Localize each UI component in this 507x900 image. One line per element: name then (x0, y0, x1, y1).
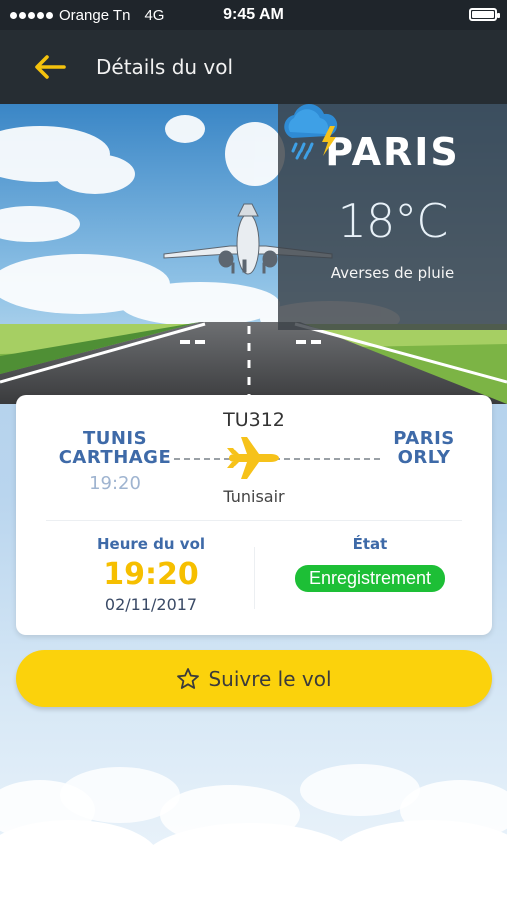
destination-hero: PARIS 18°C Averses de pluie (0, 104, 507, 404)
network-type: 4G (144, 6, 165, 24)
airplane-icon (227, 437, 279, 479)
destination-airport: PARIS ORLY (374, 429, 474, 467)
status-bar: Orange Tn 4G 9:45 AM (0, 0, 507, 30)
origin-city: TUNIS (82, 428, 148, 449)
flight-card: TU312 TUNIS CARTHAGE 19:20 PARIS ORLY Tu… (16, 395, 492, 635)
status-label: État (352, 535, 388, 553)
weather-description: Averses de pluie (330, 264, 455, 282)
flight-time-section: Heure du vol 19:20 02/11/2017 (56, 535, 246, 614)
origin-airport-name: CARTHAGE (58, 447, 172, 468)
status-section: État Enregistrement (270, 535, 470, 592)
follow-flight-button[interactable]: Suivre le vol (16, 650, 492, 707)
app-header: Détails du vol (0, 30, 507, 104)
origin-airport: TUNIS CARTHAGE 19:20 (50, 429, 180, 494)
airline-name: Tunisair (223, 487, 285, 506)
weather-panel: PARIS 18°C Averses de pluie (278, 104, 507, 330)
destination-airport-name: ORLY (397, 447, 451, 468)
arrow-left-icon (35, 55, 66, 79)
star-icon (177, 667, 200, 689)
status-badge: Enregistrement (294, 565, 446, 592)
flight-time: 19:20 (103, 557, 199, 592)
back-button[interactable] (20, 37, 80, 97)
destination-city-name: PARIS (393, 428, 455, 449)
carrier-name: Orange Tn (59, 6, 131, 24)
flight-date: 02/11/2017 (104, 595, 198, 614)
flight-time-label: Heure du vol (96, 535, 206, 553)
card-divider (46, 520, 462, 521)
page-title: Détails du vol (96, 55, 234, 79)
weather-row: 18°C (278, 104, 507, 248)
rain-thunder-cloud-icon (284, 104, 338, 160)
signal-strength-icon (10, 11, 53, 19)
battery-icon (469, 8, 500, 21)
clouds-decoration (0, 764, 507, 900)
follow-button-label: Suivre le vol (208, 666, 332, 691)
temperature: 18°C (337, 194, 449, 248)
column-divider (254, 547, 255, 609)
